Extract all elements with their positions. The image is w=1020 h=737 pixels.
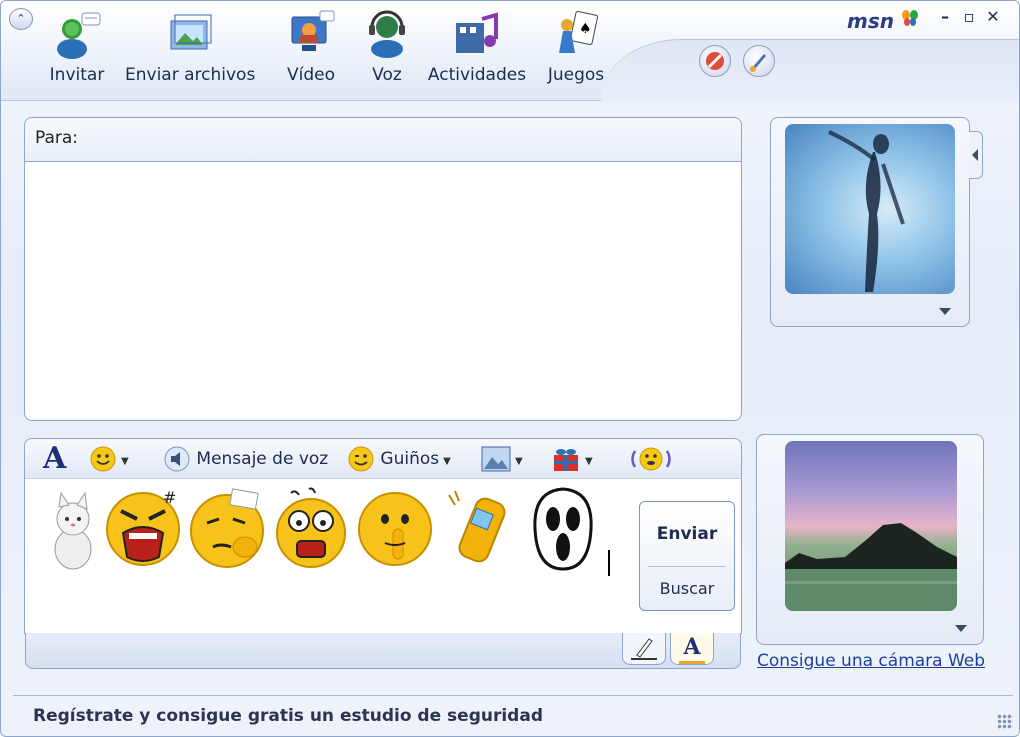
maximize-button[interactable]: ▫ [959,7,979,27]
voice-label: Voz [372,65,402,85]
invite-contact-icon [57,12,101,59]
voice-icon [369,10,405,58]
my-display-picture[interactable] [785,441,957,611]
voice-message-label: Mensaje de voz [196,449,329,469]
winks-label: Guiños [380,449,440,469]
status-bar: Regístrate y consigue gratis un estudio … [13,695,1013,733]
games-icon: ♠ [559,10,599,53]
send-search-box: Enviar Buscar [639,501,735,611]
font-button[interactable]: A [43,444,66,474]
text-cursor [608,550,610,576]
to-bar: Para: [25,118,741,162]
status-message[interactable]: Regístrate y consigue gratis un estudio … [33,706,543,726]
pen-icon [631,638,657,660]
my-picture-menu-arrow[interactable] [955,625,967,632]
nudge-button[interactable] [629,445,673,473]
send-files-button[interactable]: Enviar archivos [125,9,255,85]
speaker-icon [164,446,190,472]
invite-button[interactable]: Invitar [45,9,109,85]
scream-mask-emoticon-icon [533,487,593,571]
contact-display-picture[interactable] [785,124,955,294]
activities-button[interactable]: Actividades [427,9,527,85]
games-button[interactable]: ♠ Juegos [543,9,609,85]
msn-logo: msn [847,9,919,33]
contact-picture-menu-arrow[interactable] [939,308,951,315]
system-menu-button[interactable]: ⌃ [9,8,33,30]
smiley-icon [90,446,116,472]
send-files-label: Enviar archivos [125,65,256,85]
voice-message-button[interactable]: Mensaje de voz [163,445,328,473]
invite-label: Invitar [49,65,105,85]
to-label: Para: [35,128,79,148]
angry-emoticon-icon: # [106,488,180,566]
close-button[interactable]: ✕ [983,7,1003,27]
svg-text:#: # [163,488,176,507]
send-files-icon [170,14,212,50]
text-A-icon: A [679,633,705,664]
chevron-left-icon [972,149,978,161]
handwriting-tab[interactable] [622,633,666,665]
compose-input[interactable]: # [39,485,619,573]
svg-text:♠: ♠ [579,21,592,37]
compose-pane: A ▼ Mensaje de voz Guiños ▼ ▼ ▼ # [24,438,742,634]
toolbar: ⌃ Invitar Enviar archivos Vídeo Voz Acti… [1,1,1019,103]
font-A-icon: A [43,441,67,476]
contact-display-picture-frame [770,117,970,327]
conversation-history[interactable] [31,168,735,414]
background-button[interactable]: ▼ [481,445,523,473]
resize-grip[interactable] [997,714,1013,730]
games-label: Juegos [547,65,605,85]
wink-icon [348,446,374,472]
msn-butterfly-icon [901,10,918,26]
emoticon-button[interactable]: ▼ [89,445,129,473]
block-icon [706,52,724,70]
scared-emoticon-icon [276,487,346,568]
video-icon [291,10,335,51]
text-tab[interactable]: A [670,633,714,665]
send-button[interactable]: Enviar [640,502,734,566]
nudge-icon [631,447,671,471]
phone-emoticon-icon [448,490,506,563]
collapse-sidebar-button[interactable] [969,131,983,179]
search-button[interactable]: Buscar [640,567,734,611]
thinking-emoticon-icon [190,488,264,568]
msn-conversation-window: ⌃ Invitar Enviar archivos Vídeo Voz Acti… [0,0,1020,737]
gift-icon [554,449,578,471]
shh-emoticon-icon [358,492,432,566]
input-mode-tabs: A [25,633,741,669]
voice-button[interactable]: Voz [361,9,413,85]
block-contact-button[interactable] [699,45,731,77]
video-button[interactable]: Vídeo [283,9,339,85]
winks-button[interactable]: Guiños ▼ [347,445,451,473]
format-bar: A ▼ Mensaje de voz Guiños ▼ ▼ ▼ [25,439,741,479]
silhouette-image [828,130,905,292]
activities-icon [456,12,498,53]
conversation-pane: Para: [24,117,742,421]
paint-brush-icon [750,54,766,72]
my-display-picture-frame [756,434,984,645]
video-label: Vídeo [286,65,335,85]
island-image [785,523,957,611]
get-webcam-link[interactable]: Consigue una cámara Web [757,651,985,671]
picture-icon [481,446,511,472]
activities-label: Actividades [427,65,527,85]
change-background-button[interactable] [743,45,775,77]
gift-button[interactable]: ▼ [551,445,593,473]
minimize-button[interactable]: – [935,7,955,27]
